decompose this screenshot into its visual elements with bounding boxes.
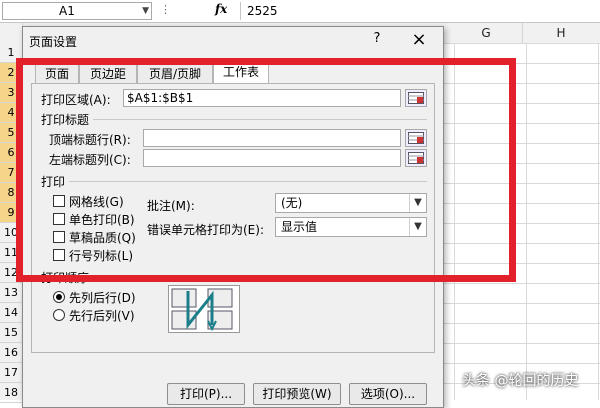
print-heading: 打印 [41,175,66,189]
column-header-g[interactable]: G [450,23,523,43]
row-header-17[interactable]: 17 [0,363,22,383]
row-header-16[interactable]: 16 [0,343,22,363]
insert-function-icon[interactable]: fx [215,2,227,16]
comments-label: 批注(M): [147,199,195,213]
comments-select-value: (无) [281,196,303,210]
down-then-over-radio[interactable] [53,291,65,303]
top-rows-input[interactable] [143,129,401,147]
row-header-18[interactable]: 18 [0,383,22,403]
section-divider [93,119,427,120]
chevron-down-icon[interactable]: ▼ [409,218,426,236]
row-header-2[interactable]: 2 [0,63,22,83]
column-header-h[interactable]: H [522,23,600,43]
print-button[interactable]: 打印(P)... [167,383,245,405]
cell-errors-label: 错误单元格打印为(E): [147,223,264,237]
name-box[interactable]: A1 ▼ [2,2,152,20]
formula-separator-icon: ⋮ [160,3,171,16]
print-titles-heading: 打印标题 [41,113,90,127]
print-area-input[interactable]: $A$1:$B$1 [123,89,401,107]
tab-header-footer[interactable]: 页眉/页脚 [137,63,213,83]
row-header-9[interactable]: 9 [0,203,22,223]
cell-errors-select-value: 显示值 [281,220,318,234]
formula-input[interactable]: 2525 [240,2,598,20]
row-col-headings-label: 行号列标(L) [69,249,134,263]
left-columns-input[interactable] [143,149,401,167]
formula-bar: A1 ▼ ⋮ fx 2525 [0,0,600,23]
tab-sheet[interactable]: 工作表 [213,61,269,84]
name-box-value: A1 [59,4,75,18]
top-rows-label: 顶端标题行(R): [49,133,131,147]
help-button[interactable]: ? [367,31,387,49]
range-picker-icon[interactable] [405,89,427,107]
down-then-over-label: 先列后行(D) [69,291,136,305]
row-header-10[interactable]: 10 [0,223,22,243]
draft-quality-label: 草稿品质(Q) [69,231,136,245]
row-header-5[interactable]: 5 [0,123,22,143]
print-area-label: 打印区域(A): [41,93,111,107]
tab-page[interactable]: 页面 [35,63,79,83]
range-picker-icon[interactable] [405,149,427,167]
row-header-14[interactable]: 14 [0,303,22,323]
gridlines-label: 网格线(G) [69,195,124,209]
row-header-1[interactable]: 1 [0,43,22,63]
black-white-label: 单色打印(B) [69,213,135,227]
row-header: 1 2 3 4 5 6 7 8 9 10 11 12 13 14 15 16 1… [0,43,23,403]
black-white-checkbox[interactable] [53,213,65,225]
close-button[interactable]: × [407,29,431,51]
row-header-13[interactable]: 13 [0,283,22,303]
select-all-corner[interactable] [0,23,23,43]
dialog-title: 页面设置 [29,35,78,49]
row-header-8[interactable]: 8 [0,183,22,203]
over-then-down-radio[interactable] [53,309,65,321]
page-order-heading: 打印顺序 [41,271,90,285]
row-header-3[interactable]: 3 [0,83,22,103]
section-divider [69,181,427,182]
watermark: 头条 @轮回的历史 [462,373,579,389]
row-header-12[interactable]: 12 [0,263,22,283]
left-columns-label: 左端标题列(C): [49,153,131,167]
row-header-4[interactable]: 4 [0,103,22,123]
cell-errors-select[interactable]: 显示值 ▼ [275,217,427,237]
options-button[interactable]: 选项(O)... [349,383,427,405]
chevron-down-icon[interactable]: ▼ [142,3,149,19]
print-preview-button[interactable]: 打印预览(W) [253,383,341,405]
page-setup-dialog: 页面设置 ? × 页面 页边距 页眉/页脚 工作表 打印区域(A): $A$1:… [22,26,444,408]
chevron-down-icon[interactable]: ▼ [409,194,426,212]
draft-quality-checkbox[interactable] [53,231,65,243]
over-then-down-label: 先行后列(V) [69,309,135,323]
range-picker-icon[interactable] [405,129,427,147]
tab-margins[interactable]: 页边距 [79,63,137,83]
comments-select[interactable]: (无) ▼ [275,193,427,213]
row-header-15[interactable]: 15 [0,323,22,343]
row-header-11[interactable]: 11 [0,243,22,263]
page-order-preview-icon [168,285,240,333]
row-header-6[interactable]: 6 [0,143,22,163]
gridlines-checkbox[interactable] [53,195,65,207]
row-header-7[interactable]: 7 [0,163,22,183]
row-col-headings-checkbox[interactable] [53,249,65,261]
